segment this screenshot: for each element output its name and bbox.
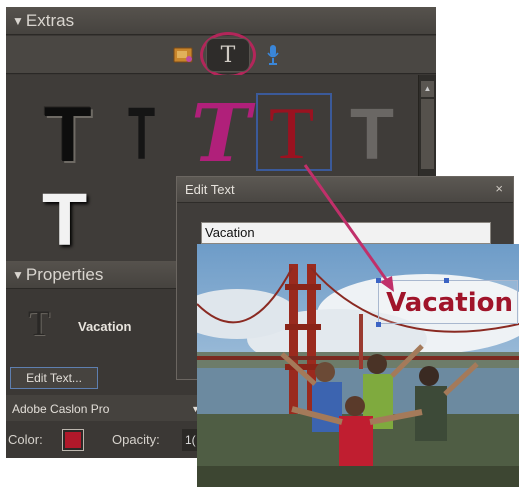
callout-arrow (303, 164, 394, 292)
